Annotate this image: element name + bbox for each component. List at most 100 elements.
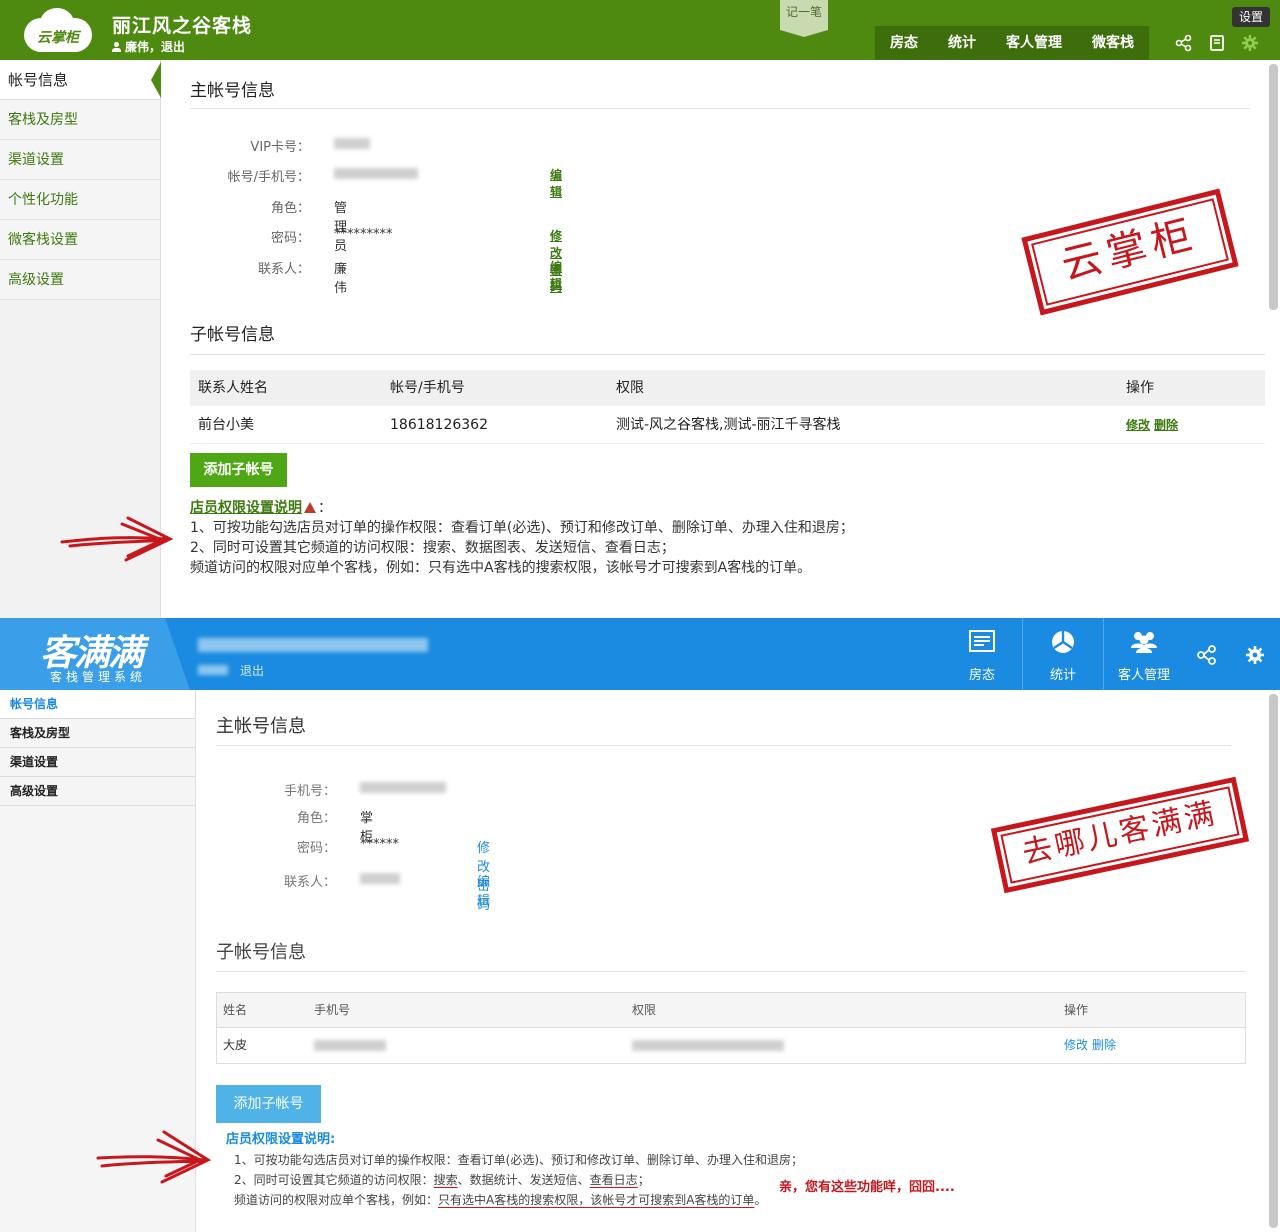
bottom-password-label: 密码： <box>296 841 336 856</box>
bottom-col-actions: 操作 <box>1064 1003 1089 1017</box>
bottom-share-icon[interactable] <box>1197 645 1217 665</box>
stamp-yunzhanggui: 云掌柜 <box>1021 188 1239 316</box>
bottom-col-phone: 手机号 <box>314 1003 351 1017</box>
bottom-notes-title: 店员权限设置说明: <box>226 1132 336 1147</box>
shop-name: 丽江风之谷客栈 <box>112 15 253 37</box>
bottom-nav-guests[interactable]: 客人管理 <box>1104 618 1184 690</box>
app-logo[interactable]: 云掌柜 <box>24 8 92 52</box>
bottom-row-delete-link[interactable]: 删除 <box>1092 1038 1116 1052</box>
bottom-sidebar-item-channels[interactable]: 渠道设置 <box>0 748 195 777</box>
cell-actions: 修改 删除 <box>1126 406 1182 444</box>
bottom-row-edit-link[interactable]: 修改 <box>1064 1038 1088 1052</box>
top-header: 云掌柜 丽江风之谷客栈 廉伟，退出 记一笔 房态 统计 客人管理 微客栈 设置 <box>0 0 1280 60</box>
add-sub-account-button[interactable]: 添加子帐号 <box>190 453 287 487</box>
gear-icon[interactable] <box>1241 34 1259 52</box>
bottom-nav-room-status[interactable]: 房态 <box>942 618 1022 690</box>
row-edit-link[interactable]: 修改 <box>1126 418 1150 432</box>
bottom-cell-name: 大皮 <box>223 1038 248 1052</box>
bottom-sub-account-title: 子帐号信息 <box>216 938 1246 972</box>
stamp-kemanman: 去哪儿客满满 <box>990 776 1250 894</box>
user-name-redacted <box>198 665 228 675</box>
sidebar-item-inn-rooms[interactable]: 客栈及房型 <box>0 100 160 140</box>
settings-tooltip: 设置 <box>1232 7 1270 27</box>
sidebar-item-advanced[interactable]: 高级设置 <box>0 260 160 300</box>
room-status-icon <box>969 630 995 652</box>
bottom-logo-subtitle: 客栈管理系统 <box>50 670 147 684</box>
bottom-table-header: 姓名 手机号 权限 操作 <box>217 993 1245 1028</box>
bottom-sidebar-item-account[interactable]: 帐号信息 <box>0 690 195 719</box>
nav-room-status[interactable]: 房态 <box>875 26 933 60</box>
bottom-notes-line-1: 1、可按功能勾选店员对订单的操作权限：查看订单(必选)、预订和修改订单、删除订单… <box>234 1153 804 1167</box>
sidebar-item-channels[interactable]: 渠道设置 <box>0 140 160 180</box>
bottom-cell-actions: 修改 删除 <box>1064 1028 1120 1063</box>
bottom-sidebar-item-advanced[interactable]: 高级设置 <box>0 777 195 806</box>
bottom-add-sub-account-button[interactable]: 添加子帐号 <box>216 1085 321 1123</box>
notes-colon: ： <box>318 500 332 516</box>
sub-account-table: 联系人姓名 帐号/手机号 权限 操作 前台小美 18618126362 测试-风… <box>190 370 1265 444</box>
bottom-col-name: 姓名 <box>223 1003 248 1017</box>
bottom-nav-stats[interactable]: 统计 <box>1023 618 1103 690</box>
password-value: ********* <box>334 227 393 242</box>
red-arrow-icon <box>60 516 174 562</box>
table-row: 前台小美 18618126362 测试-风之谷客栈,测试-丽江千寻客栈 修改 删除 <box>190 406 1265 444</box>
logo-text: 云掌柜 <box>37 30 79 46</box>
bottom-cell-phone-redacted <box>314 1040 386 1051</box>
bottom-scrollbar[interactable] <box>1269 694 1278 1228</box>
share-icon[interactable] <box>1175 34 1193 52</box>
stamp-text: 云掌柜 <box>1057 211 1203 290</box>
logout-link[interactable]: 退出 <box>161 40 185 54</box>
user-name: 廉伟 <box>125 40 150 54</box>
bottom-stamp-text: 去哪儿客满满 <box>1019 795 1221 872</box>
inn-name-redacted <box>198 638 428 652</box>
bottom-contact-redacted <box>360 873 400 884</box>
role-value: 管理员 <box>334 201 348 254</box>
sidebar-item-micro-inn[interactable]: 微客栈设置 <box>0 220 160 260</box>
nav-stats[interactable]: 统计 <box>933 26 991 60</box>
yunzhanggui-screen: 云掌柜 丽江风之谷客栈 廉伟，退出 记一笔 房态 统计 客人管理 微客栈 设置 … <box>0 0 1280 618</box>
bottom-sidebar-item-inn-rooms[interactable]: 客栈及房型 <box>0 719 195 748</box>
memo-button[interactable]: 记一笔 <box>780 0 828 37</box>
guests-icon <box>1131 632 1157 653</box>
kemanman-screen: 客满满 客栈管理系统 退出 房态 统计 客人管理 帐号信息 客栈及房型 渠道设置… <box>0 618 1280 1232</box>
sidebar-item-personalize[interactable]: 个性化功能 <box>0 180 160 220</box>
notebook-icon[interactable] <box>1208 34 1226 52</box>
handwritten-remark: 亲，您有这些功能咩，囧囧.... <box>779 1180 955 1195</box>
edit-contact-link[interactable]: 编辑 <box>550 258 562 292</box>
bottom-gear-icon[interactable] <box>1245 645 1265 665</box>
account-value-redacted <box>334 168 418 179</box>
table-header: 联系人姓名 帐号/手机号 权限 操作 <box>190 370 1265 406</box>
bottom-cell-permissions-redacted <box>632 1040 784 1051</box>
col-phone: 帐号/手机号 <box>390 380 465 396</box>
cell-phone: 18618126362 <box>390 417 488 433</box>
bottom-edit-contact-link[interactable]: 编辑 <box>477 871 490 909</box>
col-actions: 操作 <box>1126 380 1154 396</box>
bottom-red-arrow-icon <box>96 1130 212 1184</box>
role-label: 角色： <box>270 201 310 216</box>
notes-line-2: 2、同时可设置其它频道的访问权限：搜索、数据图表、发送短信、查看日志； <box>190 540 675 556</box>
cell-name: 前台小美 <box>198 417 254 433</box>
bottom-notes-line-2: 2、同时可设置其它频道的访问权限：搜索、数据统计、发送短信、查看日志； <box>234 1173 650 1187</box>
bottom-header: 客满满 客栈管理系统 退出 房态 统计 客人管理 <box>0 618 1280 690</box>
edit-account-link[interactable]: 编辑 <box>550 166 562 200</box>
main-account-title: 主帐号信息 <box>190 76 1250 109</box>
bottom-notes-line-3: 频道访问的权限对应单个客栈，例如：只有选中A客栈的搜索权限，该帐号才可搜索到A客… <box>234 1193 767 1207</box>
sidebar-item-account[interactable]: 帐号信息 <box>0 60 160 100</box>
account-label: 帐号/手机号： <box>227 170 310 185</box>
nav-guests[interactable]: 客人管理 <box>991 26 1077 60</box>
sub-account-title: 子帐号信息 <box>190 320 1265 355</box>
warning-icon <box>304 502 316 513</box>
top-scrollbar[interactable] <box>1269 64 1278 310</box>
permission-notes: 店员权限设置说明 ： 1、可按功能勾选店员对订单的操作权限：查看订单(必选)、预订… <box>190 498 854 578</box>
bottom-contact-label: 联系人： <box>283 875 336 890</box>
bottom-phone-redacted <box>360 782 446 793</box>
table-row: 大皮 修改 删除 <box>217 1028 1245 1063</box>
col-permissions: 权限 <box>616 380 644 396</box>
bottom-logout-link[interactable]: 退出 <box>240 662 264 679</box>
bottom-nav-guests-label: 客人管理 <box>1117 668 1170 683</box>
notes-line-3: 频道访问的权限对应单个客栈，例如：只有选中A客栈的搜索权限，该帐号才可搜索到A客… <box>190 560 812 576</box>
row-delete-link[interactable]: 删除 <box>1154 418 1178 432</box>
col-contact-name: 联系人姓名 <box>198 380 268 396</box>
nav-micro-inn[interactable]: 微客栈 <box>1077 26 1149 60</box>
notes-title-link[interactable]: 店员权限设置说明 <box>190 500 302 516</box>
bottom-password-value: ****** <box>360 837 399 852</box>
